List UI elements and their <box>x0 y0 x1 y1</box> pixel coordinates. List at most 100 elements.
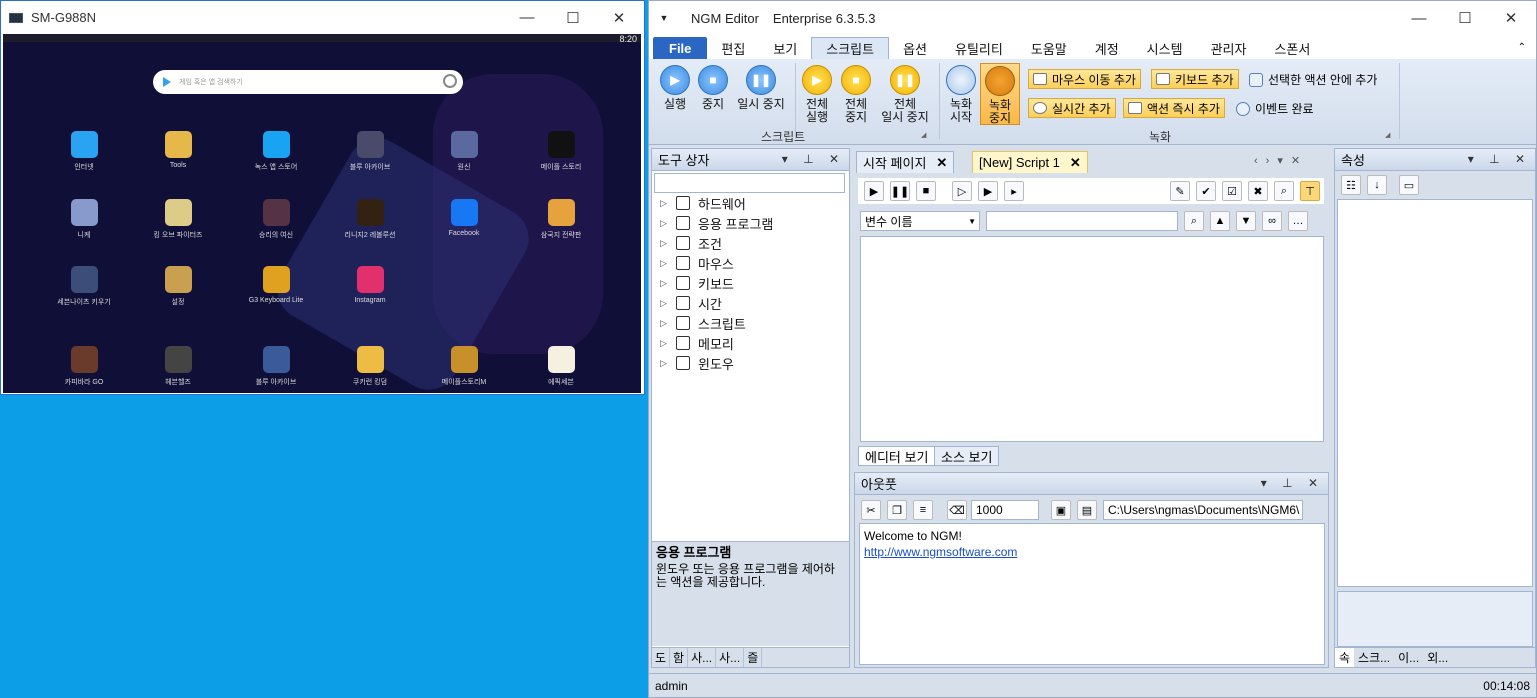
tab-utility[interactable]: 유틸리티 <box>941 37 1017 59</box>
tab-toolbox[interactable]: 도 <box>652 648 671 667</box>
app-icon-item[interactable]: 메이플스토리M <box>419 346 509 387</box>
search-icon[interactable] <box>443 74 457 88</box>
pause-icon[interactable]: ❚❚ <box>890 181 910 201</box>
tab-script-1[interactable]: [New] Script 1 ✕ <box>972 151 1088 173</box>
down-arrow-icon[interactable]: ▼ <box>1236 211 1256 231</box>
up-arrow-icon[interactable]: ▲ <box>1210 211 1230 231</box>
panel-controls[interactable]: ▾ ⊥ ✕ <box>1261 476 1324 490</box>
record-start-button[interactable]: 녹화 시작 <box>943 65 979 124</box>
app-icon-item[interactable]: 리니지2 레볼루션 <box>325 199 415 240</box>
step-icon[interactable]: ▷ <box>952 181 972 201</box>
close-button[interactable]: ✕ <box>596 1 642 34</box>
app-icon-item[interactable]: 삼국지 전략판 <box>516 199 606 240</box>
app-icon-item[interactable]: Instagram <box>325 266 415 304</box>
close-icon[interactable]: ✕ <box>1070 155 1081 171</box>
app-icon-item[interactable]: 에픽세븐 <box>516 346 606 387</box>
expand-arrow-icon[interactable]: ▷ <box>660 198 672 209</box>
tab-favorites[interactable]: 즐 <box>744 648 763 667</box>
variable-select[interactable]: 변수 이름 ▼ <box>860 211 980 231</box>
maximize-button[interactable]: ☐ <box>1442 1 1488 35</box>
add-in-selected-button[interactable]: 선택한 액션 안에 추가 <box>1249 71 1377 88</box>
action-add-now-button[interactable]: 액션 즉시 추가 <box>1123 98 1225 118</box>
stop-icon[interactable]: ■ <box>916 181 936 201</box>
maximize-button[interactable]: ☐ <box>550 1 596 34</box>
tab-help[interactable]: 도움말 <box>1017 37 1081 59</box>
close-icon[interactable]: ✕ <box>936 155 947 171</box>
run-from-icon[interactable]: ▸ <box>1004 181 1024 201</box>
pause-all-button[interactable]: ❚❚ 전체 일시 중지 <box>877 65 933 124</box>
tab-images[interactable]: 이... <box>1394 648 1423 667</box>
tab-account[interactable]: 계정 <box>1081 37 1133 59</box>
expand-arrow-icon[interactable]: ▷ <box>660 238 672 249</box>
play-icon[interactable]: ▶ <box>864 181 884 201</box>
phone-screen[interactable]: 8:20 게임 혹은 앱 검색하기 인터넷 Tools 녹스 앱 스토어 블루 아카이… <box>3 34 641 393</box>
toolbox-item[interactable]: ▷ 스크립트 <box>660 314 746 332</box>
search-icon[interactable]: ⌕ <box>1184 211 1204 231</box>
expand-arrow-icon[interactable]: ▷ <box>660 338 672 349</box>
search-icon[interactable]: ⌕ <box>1274 181 1294 201</box>
stop-all-button[interactable]: ■ 전체 중지 <box>838 65 874 124</box>
expand-arrow-icon[interactable]: ▷ <box>660 218 672 229</box>
tab-options[interactable]: 옵션 <box>889 37 941 59</box>
tab-functions[interactable]: 함 <box>670 648 689 667</box>
toolbox-item[interactable]: ▷ 키보드 <box>660 274 734 292</box>
more-icon[interactable]: … <box>1288 211 1308 231</box>
app-icon-item[interactable]: 헤븐헬즈 <box>133 346 223 387</box>
tab-start-page[interactable]: 시작 페이지 ✕ <box>856 151 955 173</box>
infinity-icon[interactable]: ∞ <box>1262 211 1282 231</box>
minimize-button[interactable]: — <box>504 1 550 34</box>
play-button[interactable]: ▶ 실행 <box>657 65 693 111</box>
record-stop-button[interactable]: 녹화 중지 <box>980 63 1020 125</box>
expand-arrow-icon[interactable]: ▷ <box>660 358 672 369</box>
app-icon-item[interactable]: 니케 <box>39 199 129 240</box>
app-icon-item[interactable]: 녹스 앱 스토어 <box>231 131 321 172</box>
property-grid[interactable] <box>1337 199 1533 587</box>
app-icon-item[interactable]: 승리의 여신 <box>231 199 321 240</box>
website-link[interactable]: http://www.ngmsoftware.com <box>864 545 1017 559</box>
line-count-input[interactable]: 1000 <box>971 500 1039 520</box>
tab-view[interactable]: 보기 <box>759 37 811 59</box>
eraser-icon[interactable]: ⌫ <box>947 500 967 520</box>
app-icon-item[interactable]: 원신 <box>419 131 509 172</box>
add-keyboard-button[interactable]: 키보드 추가 <box>1151 69 1239 89</box>
group-launcher-icon[interactable]: ◢ <box>921 131 926 139</box>
app-icon-item[interactable]: G3 Keyboard Lite <box>231 266 321 304</box>
panel-controls[interactable]: ▾ ⊥ ✕ <box>1468 152 1531 166</box>
tab-user-1[interactable]: 사... <box>688 648 717 667</box>
tab-admin[interactable]: 관리자 <box>1197 37 1261 59</box>
minimize-button[interactable]: — <box>1396 1 1442 35</box>
app-icon-item[interactable]: 세븐나이츠 키우기 <box>39 266 129 307</box>
toolbox-item[interactable]: ▷ 조건 <box>660 234 722 252</box>
app-icon-item[interactable]: 메이플 스토리 <box>516 131 606 172</box>
expand-arrow-icon[interactable]: ▷ <box>660 298 672 309</box>
stop-button[interactable]: ■ 중지 <box>695 65 731 111</box>
clear-icon[interactable]: ✂ <box>861 500 881 520</box>
folder-icon[interactable]: ▤ <box>1077 500 1097 520</box>
app-icon-item[interactable]: 카피바라 GO <box>39 346 129 387</box>
editor-canvas[interactable] <box>860 236 1324 442</box>
delete-icon[interactable]: ✖ <box>1248 181 1268 201</box>
tab-file[interactable]: File <box>653 37 708 59</box>
save-icon[interactable]: ▣ <box>1051 500 1071 520</box>
app-icon-item[interactable]: 블루 아카이브 <box>231 346 321 387</box>
collapse-ribbon-icon[interactable]: ⌃ <box>1518 42 1526 53</box>
toolbox-item[interactable]: ▷ 메모리 <box>660 334 734 352</box>
pause-button[interactable]: ❚❚ 일시 중지 <box>733 65 789 111</box>
tab-source-view[interactable]: 소스 보기 <box>934 446 1000 466</box>
tab-external[interactable]: 외... <box>1423 648 1452 667</box>
quick-access-dropdown-icon[interactable]: ▼ <box>649 13 679 23</box>
phone-search-bar[interactable]: 게임 혹은 앱 검색하기 <box>153 70 463 94</box>
tab-system[interactable]: 시스템 <box>1133 37 1197 59</box>
variable-value-input[interactable] <box>986 211 1178 231</box>
copy-icon[interactable]: ❐ <box>887 500 907 520</box>
expand-arrow-icon[interactable]: ▷ <box>660 258 672 269</box>
app-icon-item[interactable]: 킹 오브 파이터즈 <box>133 199 223 240</box>
tab-edit[interactable]: 편집 <box>707 37 759 59</box>
expand-arrow-icon[interactable]: ▷ <box>660 278 672 289</box>
app-icon-item[interactable]: 설정 <box>133 266 223 307</box>
toolbox-item[interactable]: ▷ 시간 <box>660 294 722 312</box>
tab-properties[interactable]: 속 <box>1335 648 1355 667</box>
tab-user-2[interactable]: 사... <box>716 648 745 667</box>
sort-az-icon[interactable]: ↓ <box>1367 175 1387 195</box>
edit-icon[interactable]: ✎ <box>1170 181 1190 201</box>
